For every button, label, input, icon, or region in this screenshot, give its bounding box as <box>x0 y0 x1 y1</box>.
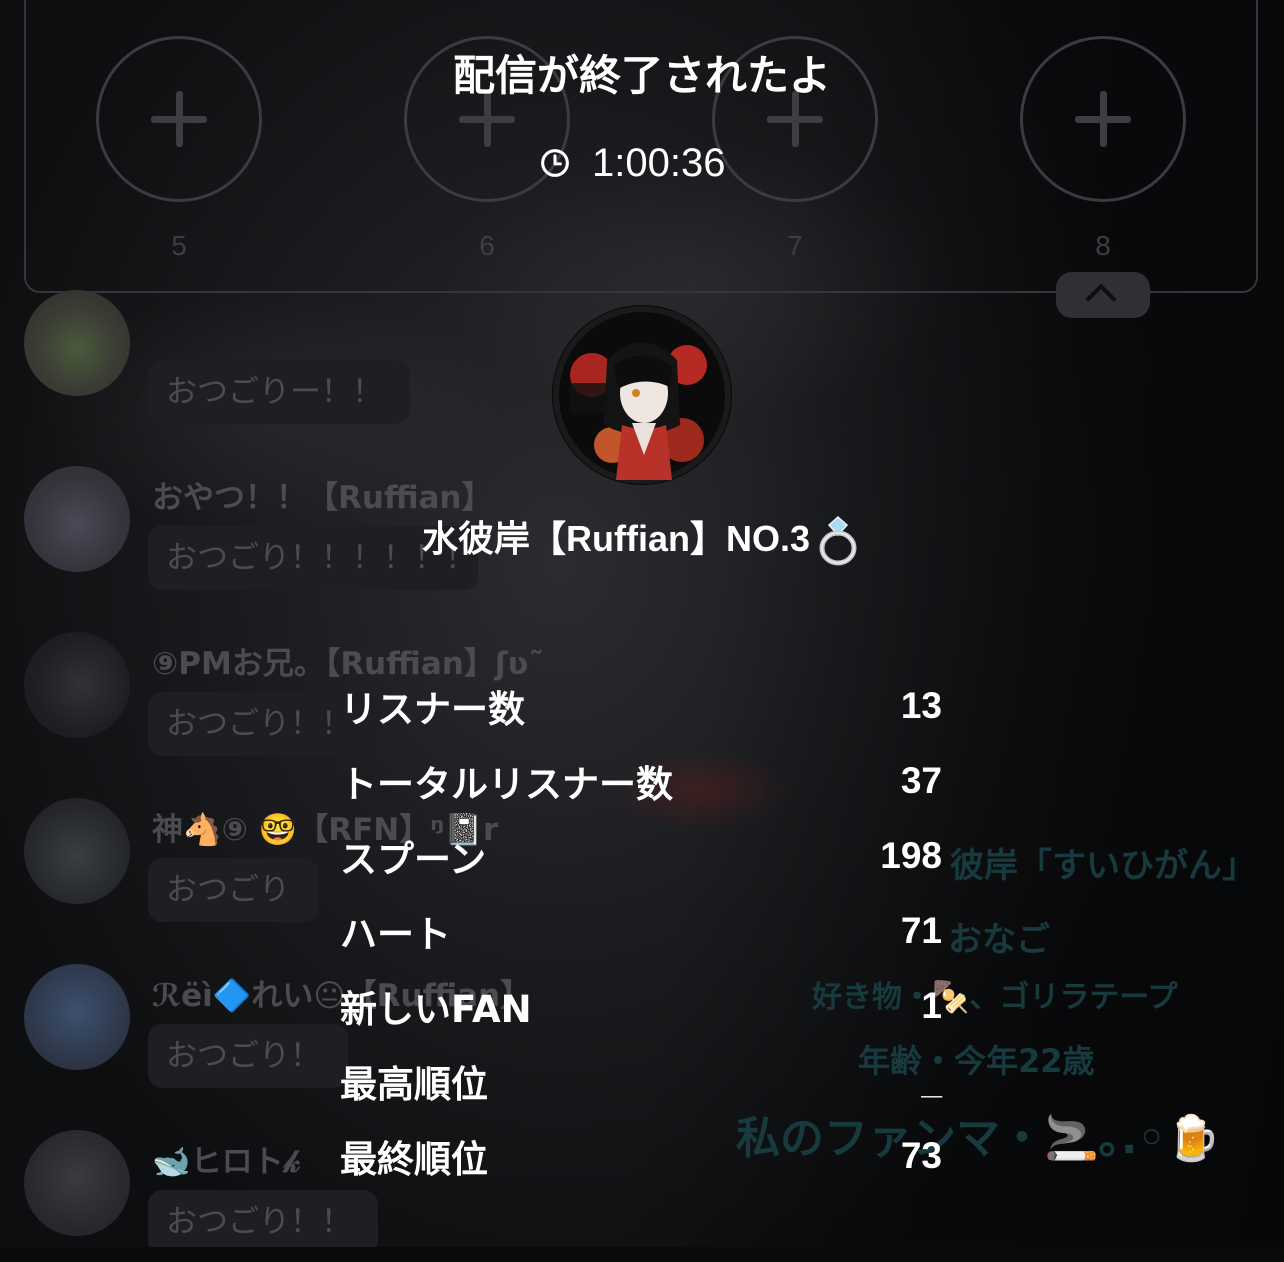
stat-label: スプーン <box>340 838 487 881</box>
host-name-row: 水彼岸【Ruffian】NO.3 <box>0 510 1284 567</box>
live-end-screen: 5 6 7 8 おつごりー！！ おやつ！！【Ruffian】 おつごり！！！！！… <box>0 0 1284 1262</box>
chat-avatar[interactable] <box>24 1130 130 1236</box>
stat-label: 新しいFAN <box>340 988 532 1031</box>
stat-row-total-listeners: トータルリスナー数 37 <box>340 751 942 811</box>
slot-number: 7 <box>787 230 803 261</box>
stat-label: トータルリスナー数 <box>340 763 673 806</box>
chat-avatar[interactable] <box>24 798 130 904</box>
stat-value: _ <box>921 1060 942 1101</box>
stat-row-final-rank: 最終順位 73 <box>340 1126 942 1186</box>
stat-row-new-fans: 新しいFAN 1 <box>340 976 942 1036</box>
background-profile-text: おなご <box>948 920 1050 960</box>
ring-icon <box>819 516 857 566</box>
stat-row-spoons: スプーン 198 <box>340 826 942 886</box>
chat-message: おつごり <box>148 858 318 922</box>
host-avatar <box>552 305 732 485</box>
chat-username: 🐋ヒロト𝓀 <box>152 1144 301 1180</box>
duration-value: 1:00:36 <box>592 140 726 185</box>
stat-row-listeners: リスナー数 13 <box>340 676 942 736</box>
stat-row-hearts: ハート 71 <box>340 901 942 961</box>
stat-label: ハート <box>340 913 451 956</box>
bottom-bar <box>0 1247 1284 1262</box>
stat-value: 198 <box>880 835 942 876</box>
live-ended-title: 配信が終了されたよ <box>452 51 831 100</box>
slot-number: 5 <box>171 230 187 261</box>
stat-label: 最終順位 <box>340 1138 488 1181</box>
stat-label: リスナー数 <box>340 688 525 731</box>
stat-value: 73 <box>900 1135 942 1176</box>
stat-label: 最高順位 <box>340 1063 488 1106</box>
stat-value: 71 <box>900 910 942 951</box>
slot-number: 6 <box>479 230 495 261</box>
slot-number: 8 <box>1095 230 1111 261</box>
stat-value: 13 <box>900 685 942 726</box>
background-profile-text: 彼岸「すいひがん」 <box>950 846 1256 886</box>
stat-row-best-rank: 最高順位 _ <box>340 1051 942 1111</box>
chat-message: おつごりー！！ <box>148 360 410 424</box>
chat-message: おつごり！ <box>148 1024 348 1088</box>
clock-icon <box>541 149 569 177</box>
stat-value: 1 <box>921 985 942 1026</box>
avatar-illustration <box>552 305 732 485</box>
collapse-slots-button[interactable] <box>1056 272 1150 318</box>
broadcast-duration: 1:00:36 <box>540 138 725 188</box>
host-name: 水彼岸【Ruffian】NO.3 <box>421 518 810 559</box>
chat-message: おつごり！！ <box>148 1190 378 1254</box>
chat-avatar[interactable] <box>24 290 130 396</box>
chat-avatar[interactable] <box>24 632 130 738</box>
chat-avatar[interactable] <box>24 964 130 1070</box>
stat-value: 37 <box>900 760 942 801</box>
chevron-up-icon <box>1085 283 1117 315</box>
